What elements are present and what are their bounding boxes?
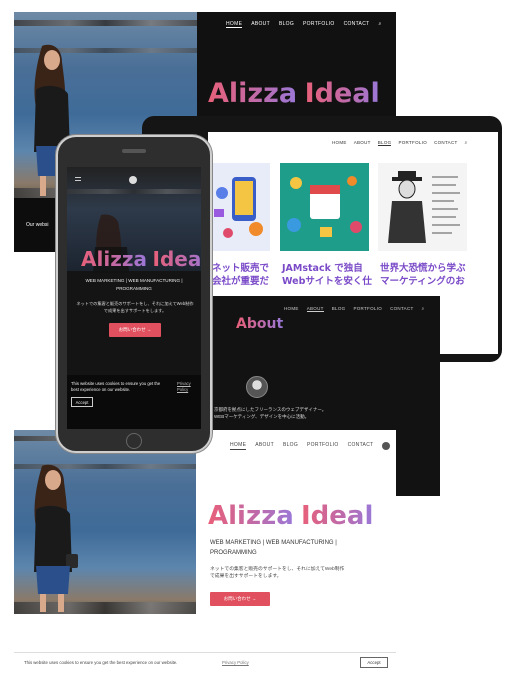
search-icon[interactable]: ⌕	[465, 140, 468, 146]
blog-nav: HOME ABOUT BLOG PORTFOLIO CONTACT ⌕	[332, 140, 467, 146]
search-icon[interactable]	[382, 442, 391, 450]
nav-about[interactable]: ABOUT	[354, 140, 371, 146]
nav-about[interactable]: ABOUT	[255, 442, 274, 450]
nav-contact[interactable]: CONTACT	[434, 140, 458, 146]
nav-home[interactable]: HOME	[230, 442, 247, 450]
about-heading: About	[236, 316, 284, 332]
hero-photo	[14, 430, 196, 614]
nav-contact[interactable]: CONTACT	[390, 306, 414, 312]
phone-device: Alizza Ideal WEB MARKETING | WEB MANUFAC…	[56, 135, 212, 453]
nav-portfolio[interactable]: PORTFOLIO	[307, 442, 339, 450]
nav-home[interactable]: HOME	[226, 21, 243, 28]
blog-card-image-2[interactable]	[280, 163, 369, 251]
about-body: 京都府を拠点にしたフリーランスのウェブデザイナー。 WEBマーケティング、デザイ…	[214, 407, 327, 419]
intro-text: ネットでの集客と販売のサポートをし、それに加えてWeb制作 で成果を出すサポート…	[210, 567, 345, 579]
main-nav: HOME ABOUT BLOG PORTFOLIO CONTACT	[230, 442, 391, 450]
nav-home[interactable]: HOME	[332, 140, 347, 146]
blog-card-image-3[interactable]	[378, 163, 467, 251]
search-icon[interactable]: ⌕	[378, 21, 381, 28]
person-figure	[34, 464, 78, 612]
site-logo[interactable]: Alizza Ideal	[208, 500, 373, 531]
nav-contact[interactable]: CONTACT	[344, 21, 370, 28]
main-nav: HOME ABOUT BLOG PORTFOLIO CONTACT ⌕	[226, 21, 382, 28]
site-logo[interactable]: Alizza Ideal	[208, 78, 380, 109]
nav-portfolio[interactable]: PORTFOLIO	[353, 306, 382, 312]
nav-about[interactable]: ABOUT	[251, 21, 270, 28]
mobile-home-screenshot: Alizza Ideal WEB MARKETING | WEB MANUFAC…	[67, 167, 201, 429]
cookie-bar: This website uses cookies to ensure you …	[67, 375, 201, 429]
nav-about[interactable]: ABOUT	[306, 306, 324, 312]
blog-card-title-3[interactable]: 世界大恐慌から学ぶ マーケティングのお	[380, 262, 466, 288]
cookie-bar: This website uses cookies to ensure you …	[14, 652, 396, 672]
site-logo[interactable]: Alizza Ideal	[81, 247, 201, 272]
privacy-policy-link[interactable]: Privacy Policy	[222, 660, 249, 665]
nav-blog[interactable]: BLOG	[332, 306, 346, 312]
cookie-text: Our websi	[26, 222, 49, 228]
privacy-policy-link[interactable]: Privacy Policy	[177, 381, 199, 393]
intro-text: ネットでの集客と販売のサポートをし、それに加えてWeb制作 で成果を出すサポート…	[76, 301, 194, 313]
accept-button[interactable]: Accept	[71, 397, 93, 407]
nav-blog[interactable]: BLOG	[283, 442, 298, 450]
site-icon[interactable]	[129, 176, 137, 184]
desktop-screenshot-bottom: HOME ABOUT BLOG PORTFOLIO CONTACT Alizza…	[14, 430, 396, 656]
avatar	[246, 376, 268, 398]
search-icon[interactable]: ⌕	[422, 306, 425, 312]
speaker-grille	[122, 149, 146, 153]
nav-blog[interactable]: BLOG	[279, 21, 294, 28]
about-nav: HOME ABOUT BLOG PORTFOLIO CONTACT ⌕	[284, 306, 424, 312]
nav-portfolio[interactable]: PORTFOLIO	[398, 140, 427, 146]
nav-portfolio[interactable]: PORTFOLIO	[303, 21, 335, 28]
accept-button[interactable]: Accept	[360, 657, 388, 668]
blog-card-title-2[interactable]: JAMstack で独自 Webサイトを安く仕	[282, 262, 372, 288]
nav-home[interactable]: HOME	[284, 306, 299, 312]
blog-card-image-1[interactable]	[208, 163, 270, 251]
nav-contact[interactable]: CONTACT	[348, 442, 374, 450]
accept-button-partial[interactable]	[406, 502, 434, 514]
tagline: WEB MARKETING | WEB MANUFACTURING | PROG…	[210, 540, 337, 556]
cookie-text: This website uses cookies to ensure you …	[71, 381, 161, 392]
blog-card-title-1[interactable]: ネット販売で 会社が重要だ	[212, 262, 269, 288]
home-button[interactable]	[126, 433, 142, 449]
menu-icon[interactable]	[75, 177, 81, 181]
contact-button[interactable]: お問い合わせ →	[109, 323, 161, 337]
tagline: WEB MARKETING | WEB MANUFACTURING | PROG…	[85, 278, 183, 291]
cookie-text: This website uses cookies to ensure you …	[24, 660, 178, 665]
nav-blog[interactable]: BLOG	[377, 140, 392, 146]
contact-button[interactable]: お問い合わせ →	[210, 592, 270, 606]
